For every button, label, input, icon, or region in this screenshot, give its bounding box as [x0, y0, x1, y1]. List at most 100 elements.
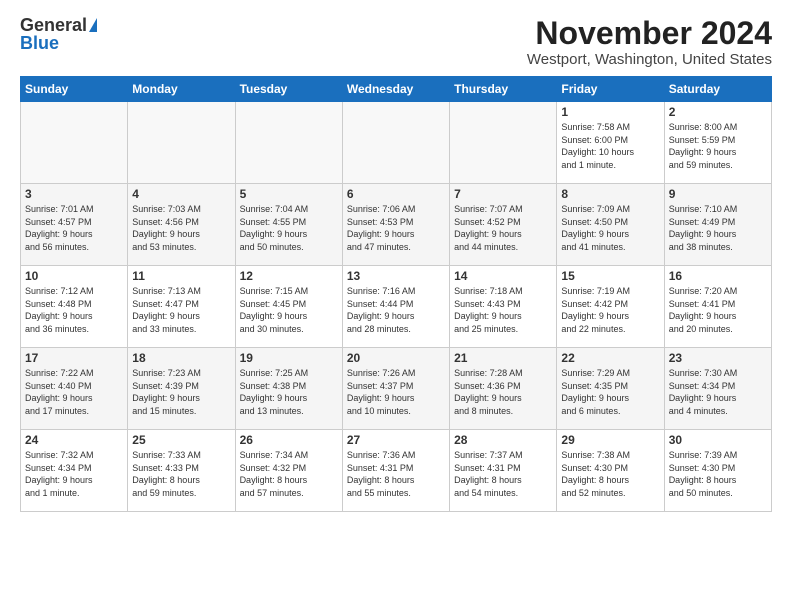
day-number: 9	[669, 187, 767, 201]
day-number: 27	[347, 433, 445, 447]
week-row-2: 3 Sunrise: 7:01 AM Sunset: 4:57 PM Daylig…	[21, 184, 772, 266]
day-info: Sunrise: 7:09 AM Sunset: 4:50 PM Dayligh…	[561, 203, 659, 253]
day-number: 21	[454, 351, 552, 365]
day-info: Sunrise: 7:28 AM Sunset: 4:36 PM Dayligh…	[454, 367, 552, 417]
calendar-cell: 7Sunrise: 7:07 AM Sunset: 4:52 PM Daylig…	[450, 184, 557, 266]
day-info: Sunrise: 7:23 AM Sunset: 4:39 PM Dayligh…	[132, 367, 230, 417]
day-info: Sunrise: 7:32 AM Sunset: 4:34 PM Dayligh…	[25, 449, 123, 499]
day-info: Sunrise: 7:16 AM Sunset: 4:44 PM Dayligh…	[347, 285, 445, 335]
calendar-cell: 30 Sunrise: 7:39 AM Sunset: 4:30 PM Dayli…	[664, 430, 771, 512]
day-number: 22	[561, 351, 659, 365]
calendar-table: Sunday Monday Tuesday Wednesday Thursday…	[20, 76, 772, 512]
location-title: Westport, Washington, United States	[527, 51, 772, 68]
day-info: Sunrise: 7:18 AM Sunset: 4:43 PM Dayligh…	[454, 285, 552, 335]
header-thursday: Thursday	[450, 77, 557, 102]
week-row-5: 24 Sunrise: 7:32 AM Sunset: 4:34 PM Dayli…	[21, 430, 772, 512]
calendar-cell: 5Sunrise: 7:04 AM Sunset: 4:55 PM Daylig…	[235, 184, 342, 266]
day-number: 23	[669, 351, 767, 365]
header-monday: Monday	[128, 77, 235, 102]
day-info: Sunrise: 7:06 AM Sunset: 4:53 PM Dayligh…	[347, 203, 445, 253]
day-number: 12	[240, 269, 338, 283]
day-info: Sunrise: 7:30 AM Sunset: 4:34 PM Dayligh…	[669, 367, 767, 417]
week-row-4: 17 Sunrise: 7:22 AM Sunset: 4:40 PM Dayli…	[21, 348, 772, 430]
day-number: 26	[240, 433, 338, 447]
day-number: 4	[132, 187, 230, 201]
title-area: November 2024 Westport, Washington, Unit…	[527, 16, 772, 68]
logo-icon	[89, 18, 97, 32]
calendar-cell: 14 Sunrise: 7:18 AM Sunset: 4:43 PM Dayli…	[450, 266, 557, 348]
day-info: Sunrise: 7:37 AM Sunset: 4:31 PM Dayligh…	[454, 449, 552, 499]
day-info: Sunrise: 7:19 AM Sunset: 4:42 PM Dayligh…	[561, 285, 659, 335]
day-info: Sunrise: 7:01 AM Sunset: 4:57 PM Dayligh…	[25, 203, 123, 253]
day-number: 6	[347, 187, 445, 201]
day-number: 25	[132, 433, 230, 447]
calendar-cell: 27 Sunrise: 7:36 AM Sunset: 4:31 PM Dayli…	[342, 430, 449, 512]
day-number: 5	[240, 187, 338, 201]
day-info: Sunrise: 7:03 AM Sunset: 4:56 PM Dayligh…	[132, 203, 230, 253]
calendar-cell: 6 Sunrise: 7:06 AM Sunset: 4:53 PM Daylig…	[342, 184, 449, 266]
calendar-cell: 15 Sunrise: 7:19 AM Sunset: 4:42 PM Dayli…	[557, 266, 664, 348]
day-info: Sunrise: 7:33 AM Sunset: 4:33 PM Dayligh…	[132, 449, 230, 499]
header-tuesday: Tuesday	[235, 77, 342, 102]
day-number: 17	[25, 351, 123, 365]
day-info: Sunrise: 7:12 AM Sunset: 4:48 PM Dayligh…	[25, 285, 123, 335]
calendar-cell: 20 Sunrise: 7:26 AM Sunset: 4:37 PM Dayli…	[342, 348, 449, 430]
day-number: 10	[25, 269, 123, 283]
week-row-1: 1Sunrise: 7:58 AM Sunset: 6:00 PM Daylig…	[21, 102, 772, 184]
day-info: Sunrise: 7:20 AM Sunset: 4:41 PM Dayligh…	[669, 285, 767, 335]
calendar-cell: 9Sunrise: 7:10 AM Sunset: 4:49 PM Daylig…	[664, 184, 771, 266]
calendar-cell: 21 Sunrise: 7:28 AM Sunset: 4:36 PM Dayli…	[450, 348, 557, 430]
day-number: 24	[25, 433, 123, 447]
day-info: Sunrise: 7:36 AM Sunset: 4:31 PM Dayligh…	[347, 449, 445, 499]
day-info: Sunrise: 7:13 AM Sunset: 4:47 PM Dayligh…	[132, 285, 230, 335]
calendar-cell: 16 Sunrise: 7:20 AM Sunset: 4:41 PM Dayli…	[664, 266, 771, 348]
day-number: 1	[561, 105, 659, 119]
day-number: 3	[25, 187, 123, 201]
calendar-cell	[342, 102, 449, 184]
day-number: 14	[454, 269, 552, 283]
day-number: 30	[669, 433, 767, 447]
calendar-cell: 3 Sunrise: 7:01 AM Sunset: 4:57 PM Daylig…	[21, 184, 128, 266]
calendar-cell: 12Sunrise: 7:15 AM Sunset: 4:45 PM Dayli…	[235, 266, 342, 348]
day-number: 15	[561, 269, 659, 283]
calendar-cell: 28Sunrise: 7:37 AM Sunset: 4:31 PM Dayli…	[450, 430, 557, 512]
day-number: 13	[347, 269, 445, 283]
calendar-cell: 17 Sunrise: 7:22 AM Sunset: 4:40 PM Dayli…	[21, 348, 128, 430]
day-info: Sunrise: 7:22 AM Sunset: 4:40 PM Dayligh…	[25, 367, 123, 417]
header-saturday: Saturday	[664, 77, 771, 102]
week-row-3: 10 Sunrise: 7:12 AM Sunset: 4:48 PM Dayli…	[21, 266, 772, 348]
day-number: 7	[454, 187, 552, 201]
month-title: November 2024	[527, 16, 772, 51]
day-number: 29	[561, 433, 659, 447]
day-number: 16	[669, 269, 767, 283]
calendar-cell: 11Sunrise: 7:13 AM Sunset: 4:47 PM Dayli…	[128, 266, 235, 348]
day-info: Sunrise: 7:34 AM Sunset: 4:32 PM Dayligh…	[240, 449, 338, 499]
day-info: Sunrise: 7:25 AM Sunset: 4:38 PM Dayligh…	[240, 367, 338, 417]
calendar-cell	[21, 102, 128, 184]
day-info: Sunrise: 7:39 AM Sunset: 4:30 PM Dayligh…	[669, 449, 767, 499]
header-friday: Friday	[557, 77, 664, 102]
calendar-cell	[450, 102, 557, 184]
calendar-cell	[128, 102, 235, 184]
calendar-cell	[235, 102, 342, 184]
day-number: 8	[561, 187, 659, 201]
day-number: 20	[347, 351, 445, 365]
day-info: Sunrise: 7:29 AM Sunset: 4:35 PM Dayligh…	[561, 367, 659, 417]
calendar-cell: 2 Sunrise: 8:00 AM Sunset: 5:59 PM Daylig…	[664, 102, 771, 184]
calendar-cell: 13 Sunrise: 7:16 AM Sunset: 4:44 PM Dayli…	[342, 266, 449, 348]
weekday-header-row: Sunday Monday Tuesday Wednesday Thursday…	[21, 77, 772, 102]
calendar-cell: 8 Sunrise: 7:09 AM Sunset: 4:50 PM Daylig…	[557, 184, 664, 266]
day-number: 19	[240, 351, 338, 365]
calendar-cell: 19 Sunrise: 7:25 AM Sunset: 4:38 PM Dayli…	[235, 348, 342, 430]
day-number: 2	[669, 105, 767, 119]
calendar-cell: 29Sunrise: 7:38 AM Sunset: 4:30 PM Dayli…	[557, 430, 664, 512]
calendar-cell: 10 Sunrise: 7:12 AM Sunset: 4:48 PM Dayli…	[21, 266, 128, 348]
calendar-cell: 22 Sunrise: 7:29 AM Sunset: 4:35 PM Dayli…	[557, 348, 664, 430]
day-info: Sunrise: 8:00 AM Sunset: 5:59 PM Dayligh…	[669, 121, 767, 171]
header-sunday: Sunday	[21, 77, 128, 102]
header-wednesday: Wednesday	[342, 77, 449, 102]
logo-general: General	[20, 16, 87, 34]
calendar-cell: 26 Sunrise: 7:34 AM Sunset: 4:32 PM Dayli…	[235, 430, 342, 512]
day-info: Sunrise: 7:26 AM Sunset: 4:37 PM Dayligh…	[347, 367, 445, 417]
calendar-cell: 23 Sunrise: 7:30 AM Sunset: 4:34 PM Dayli…	[664, 348, 771, 430]
